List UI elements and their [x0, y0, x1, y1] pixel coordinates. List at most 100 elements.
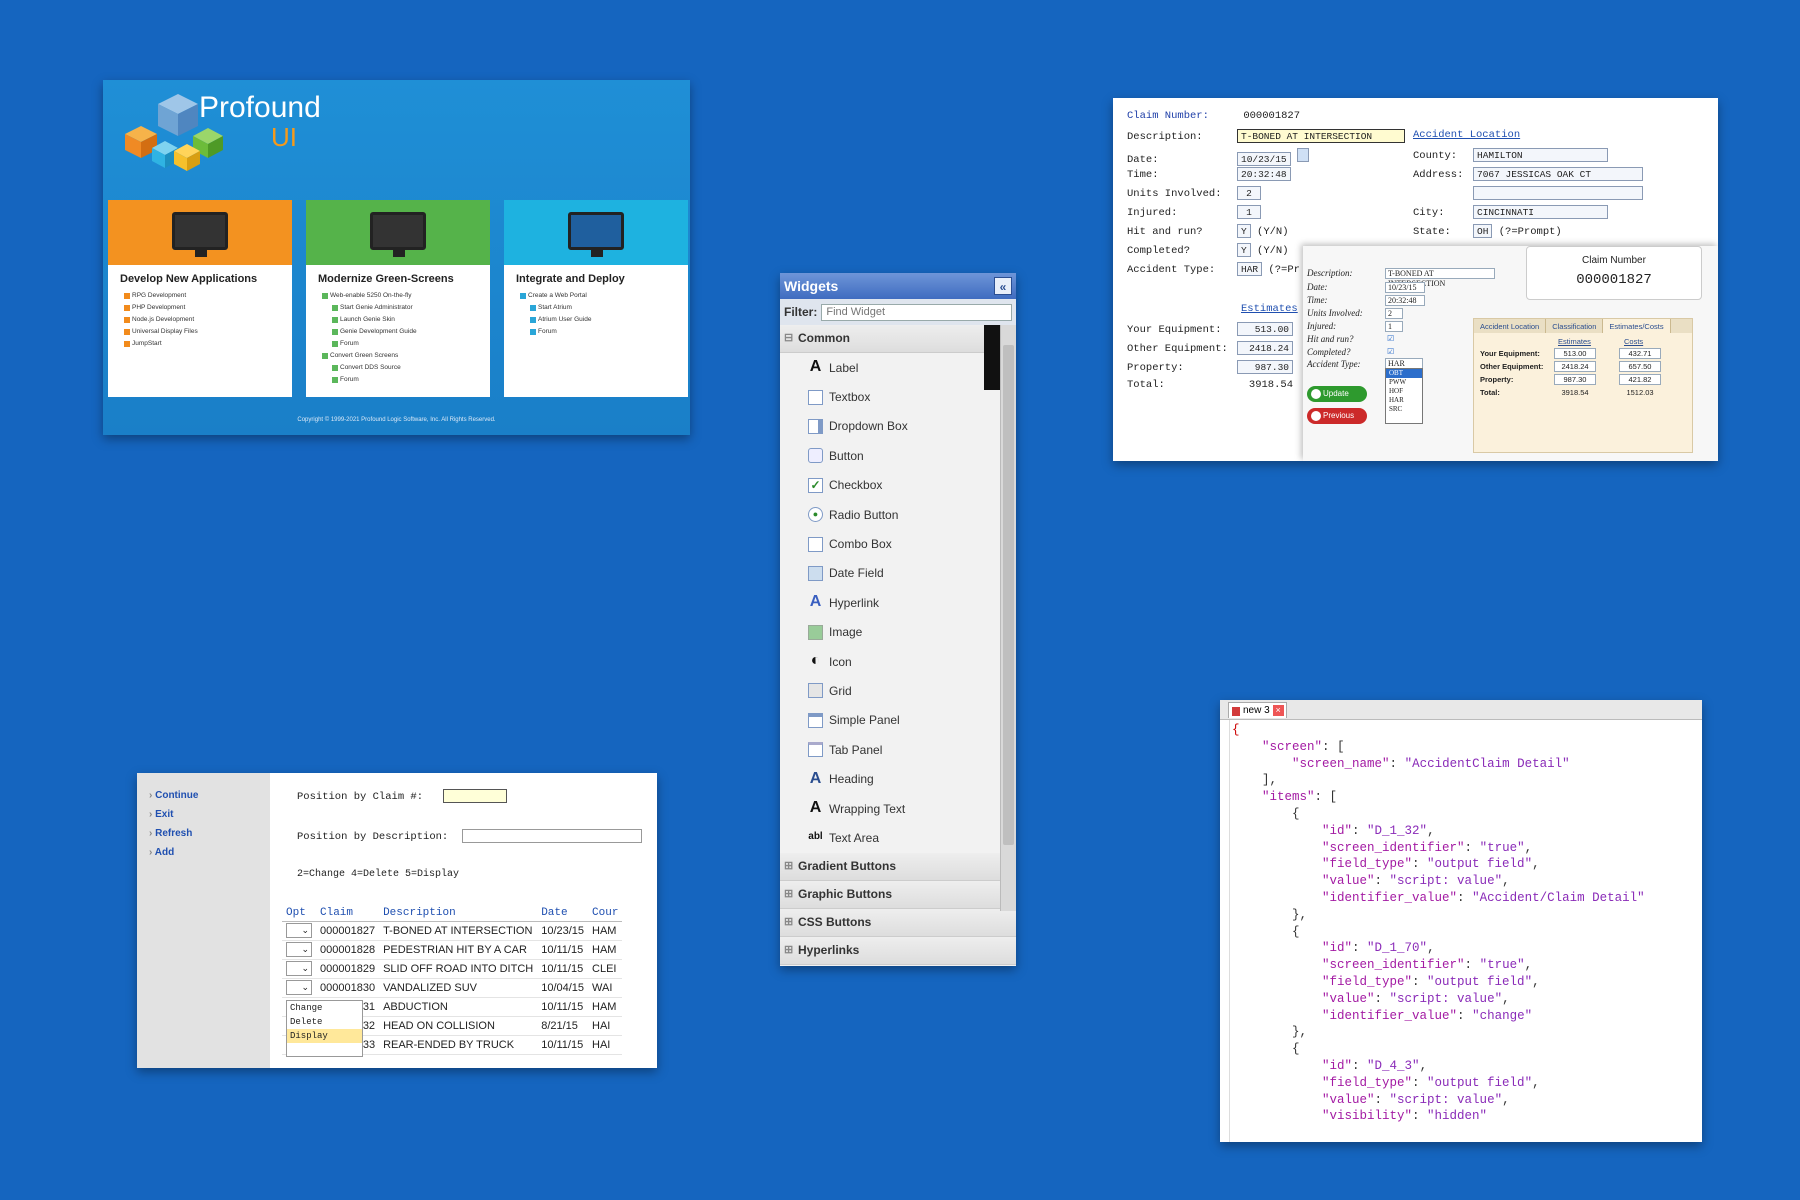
county-input[interactable]: HAMILTON: [1473, 148, 1608, 162]
link-item[interactable]: Forum: [332, 374, 490, 386]
link-item[interactable]: Forum: [332, 338, 490, 350]
widget-text-area[interactable]: abl Text Area: [780, 823, 1016, 852]
units-input[interactable]: 2: [1237, 186, 1261, 200]
time-input[interactable]: 20:32:48: [1385, 295, 1425, 306]
collapse-icon[interactable]: «: [994, 277, 1012, 295]
position-desc-input[interactable]: [462, 829, 643, 843]
link-item[interactable]: Genie Development Guide: [332, 326, 490, 338]
widget-grid[interactable]: Grid: [780, 676, 1016, 705]
calendar-icon[interactable]: [1296, 148, 1309, 162]
cost-input[interactable]: 432.71: [1619, 348, 1661, 359]
exit-link[interactable]: Exit: [149, 805, 270, 824]
date-input[interactable]: 10/23/15: [1385, 282, 1425, 293]
tab-classification[interactable]: Classification: [1546, 319, 1604, 333]
estimate-input[interactable]: 2418.24: [1237, 341, 1293, 355]
time-input[interactable]: 20:32:48: [1237, 167, 1291, 181]
widget-date[interactable]: Date Field: [780, 559, 1016, 588]
category-gradient-buttons[interactable]: Gradient Buttons: [780, 852, 1016, 881]
add-link[interactable]: Add: [149, 843, 270, 862]
widget-label[interactable]: A Label: [780, 353, 1016, 382]
estimate-input[interactable]: 987.30: [1554, 374, 1596, 385]
widget-dropdown[interactable]: Dropdown Box: [780, 412, 1016, 441]
hit-run-input[interactable]: Y: [1237, 224, 1251, 238]
develop-column[interactable]: Develop New Applications RPG Development…: [108, 200, 292, 397]
table-row[interactable]: ⌄ 000001828 PEDESTRIAN HIT BY A CAR 10/11/1…: [282, 940, 623, 960]
completed-checkbox[interactable]: ☑: [1385, 347, 1396, 358]
category-css-buttons[interactable]: CSS Buttons: [780, 908, 1016, 937]
link-item[interactable]: Start Genie Administrator: [332, 302, 490, 314]
table-row[interactable]: ⌄ 000001830 VANDALIZED SUV 10/04/15 WAI: [282, 978, 623, 998]
widget-button[interactable]: Button: [780, 441, 1016, 470]
link-item[interactable]: Start Atrium: [530, 302, 688, 314]
widget-textbox[interactable]: Textbox: [780, 382, 1016, 411]
injured-input[interactable]: 1: [1237, 205, 1261, 219]
hit-run-checkbox[interactable]: ☑: [1385, 334, 1396, 345]
type-input[interactable]: HAR: [1237, 262, 1263, 276]
city-input[interactable]: CINCINNATI: [1473, 205, 1608, 219]
refresh-link[interactable]: Refresh: [149, 824, 270, 843]
option-select[interactable]: ⌄: [286, 980, 312, 995]
integrate-column[interactable]: Integrate and Deploy Create a Web Portal…: [504, 200, 688, 397]
completed-input[interactable]: Y: [1237, 243, 1251, 257]
palette-scrollbar[interactable]: [1000, 325, 1016, 911]
previous-button[interactable]: Previous: [1307, 408, 1367, 424]
json-code[interactable]: { "screen": [ "screen_name": "AccidentCl…: [1232, 722, 1645, 1125]
address2-input[interactable]: [1473, 186, 1643, 200]
widget-hyperlink[interactable]: A Hyperlink: [780, 588, 1016, 617]
option-select[interactable]: ⌄: [286, 923, 312, 938]
widget-tab-panel[interactable]: Tab Panel: [780, 735, 1016, 764]
address-input[interactable]: 7067 JESSICAS OAK CT: [1473, 167, 1643, 181]
widget-combo[interactable]: Combo Box: [780, 529, 1016, 558]
link-item[interactable]: Convert Green Screens: [322, 350, 490, 362]
position-claim-input[interactable]: [443, 789, 508, 803]
widget-heading[interactable]: A Heading: [780, 764, 1016, 793]
widget-image[interactable]: Image: [780, 618, 1016, 647]
option[interactable]: HAR: [1386, 396, 1422, 405]
estimate-input[interactable]: 987.30: [1237, 360, 1293, 374]
link-item[interactable]: Create a Web Portal: [520, 290, 688, 302]
option[interactable]: OBT: [1386, 369, 1422, 378]
link-item[interactable]: Atrium User Guide: [530, 314, 688, 326]
table-row[interactable]: ⌄ 000001829 SLID OFF ROAD INTO DITCH 10/11/…: [282, 959, 623, 979]
category-graphic-buttons[interactable]: Graphic Buttons: [780, 880, 1016, 909]
continue-link[interactable]: Continue: [149, 786, 270, 805]
link-item[interactable]: JumpStart: [124, 338, 292, 350]
category-common[interactable]: Common: [780, 325, 1016, 353]
menu-item-display[interactable]: Display: [287, 1029, 362, 1043]
injured-input[interactable]: 1: [1385, 321, 1403, 332]
option-select[interactable]: ⌄: [286, 961, 312, 976]
cost-input[interactable]: 657.50: [1619, 361, 1661, 372]
link-item[interactable]: Convert DDS Source: [332, 362, 490, 374]
description-input[interactable]: T-BONED AT INTERSECTION: [1237, 129, 1405, 143]
scroll-thumb[interactable]: [1003, 345, 1014, 845]
link-item[interactable]: Forum: [530, 326, 688, 338]
estimate-input[interactable]: 513.00: [1237, 322, 1293, 336]
widget-filter-input[interactable]: [821, 303, 1012, 321]
link-item[interactable]: Node.js Development: [124, 314, 292, 326]
option[interactable]: SRC: [1386, 405, 1422, 414]
menu-item-change[interactable]: Change: [287, 1001, 362, 1015]
type-options-list[interactable]: OBT PWW HOF HAR SRC: [1385, 368, 1423, 424]
update-button[interactable]: Update: [1307, 386, 1367, 402]
estimate-input[interactable]: 513.00: [1554, 348, 1596, 359]
widget-simple-panel[interactable]: Simple Panel: [780, 706, 1016, 735]
units-input[interactable]: 2: [1385, 308, 1403, 319]
editor-tab[interactable]: new 3 ×: [1228, 702, 1287, 718]
link-item[interactable]: Web-enable 5250 On-the-fly: [322, 290, 490, 302]
widget-wrapping-text[interactable]: A Wrapping Text: [780, 794, 1016, 823]
option[interactable]: PWW: [1386, 378, 1422, 387]
option-dropdown-menu[interactable]: Change Delete Display: [286, 1000, 363, 1057]
date-input[interactable]: 10/23/15: [1237, 152, 1291, 166]
link-item[interactable]: RPG Development: [124, 290, 292, 302]
tab-accident-location[interactable]: Accident Location: [1474, 319, 1547, 333]
table-row[interactable]: ⌄ 000001827 T-BONED AT INTERSECTION 10/23/1…: [282, 921, 623, 941]
description-input[interactable]: T-BONED AT INTERSECTION: [1385, 268, 1495, 288]
link-item[interactable]: Universal Display Files: [124, 326, 292, 338]
close-icon[interactable]: ×: [1272, 705, 1284, 716]
tab-estimates-costs[interactable]: Estimates/Costs: [1603, 319, 1671, 333]
modernize-column[interactable]: Modernize Green-Screens Web-enable 5250 …: [306, 200, 490, 397]
state-input[interactable]: OH: [1473, 224, 1493, 238]
option[interactable]: HOF: [1386, 387, 1422, 396]
link-item[interactable]: Launch Genie Skin: [332, 314, 490, 326]
widget-icon[interactable]: ◐ Icon: [780, 647, 1016, 676]
